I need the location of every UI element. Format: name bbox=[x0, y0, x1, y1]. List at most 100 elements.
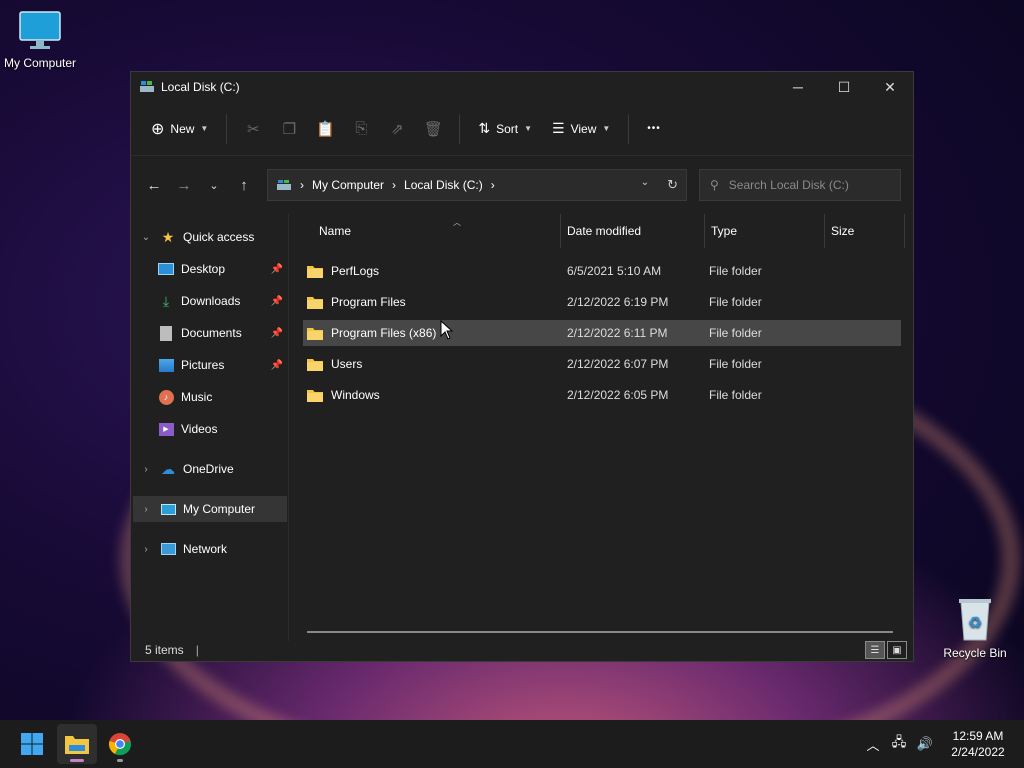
pin-icon: 📌 bbox=[270, 327, 283, 339]
paste-icon[interactable]: 📋 bbox=[309, 113, 341, 145]
running-indicator bbox=[117, 759, 123, 762]
nav-pictures[interactable]: Pictures 📌 bbox=[133, 352, 287, 378]
chevron-down-icon: ⌄ bbox=[209, 179, 219, 192]
breadcrumb-my-computer[interactable]: My Computer bbox=[312, 178, 384, 192]
file-name-cell: Program Files (x86) bbox=[303, 326, 561, 340]
svg-text:♻: ♻ bbox=[968, 613, 982, 632]
copy-icon[interactable]: ❐ bbox=[273, 113, 305, 145]
show-desktop-button[interactable] bbox=[1018, 720, 1024, 768]
file-date: 2/12/2022 6:05 PM bbox=[567, 388, 669, 402]
folder-icon bbox=[307, 327, 323, 340]
folder-icon bbox=[307, 389, 323, 402]
nav-quick-access[interactable]: ⌄ ★ Quick access bbox=[133, 224, 287, 250]
recent-locations-button[interactable]: ⌄ bbox=[199, 170, 229, 200]
arrow-up-icon: ↑ bbox=[240, 176, 248, 194]
file-name: Users bbox=[331, 357, 363, 371]
nav-videos[interactable]: ▶ Videos bbox=[133, 416, 287, 442]
minimize-button[interactable]: ─ bbox=[775, 72, 821, 102]
address-dropdown-icon[interactable]: ⌄ bbox=[641, 177, 649, 193]
sort-button[interactable]: ⇅ Sort ▼ bbox=[470, 113, 540, 145]
column-header-type[interactable]: Type bbox=[705, 214, 825, 248]
chevron-right-icon[interactable]: › bbox=[133, 504, 159, 515]
windows-logo-icon bbox=[21, 733, 43, 755]
nav-documents[interactable]: Documents 📌 bbox=[133, 320, 287, 346]
rename-icon[interactable]: ⎘ bbox=[345, 113, 377, 145]
nav-label: Network bbox=[183, 542, 228, 556]
view-list-icon: ☰ bbox=[552, 120, 565, 136]
network-icon[interactable]: 🖧 bbox=[886, 733, 912, 755]
mouse-cursor-icon bbox=[440, 320, 454, 340]
chevron-down-icon[interactable]: ⌄ bbox=[133, 232, 159, 243]
column-label: Name bbox=[319, 224, 352, 238]
maximize-button[interactable]: ☐ bbox=[821, 72, 867, 102]
column-header-size[interactable]: Size bbox=[825, 214, 905, 248]
up-button[interactable]: ↑ bbox=[229, 170, 259, 200]
delete-icon[interactable]: 🗑 bbox=[417, 113, 449, 145]
chevron-right-icon[interactable]: › bbox=[133, 544, 159, 555]
nav-label: My Computer bbox=[183, 502, 256, 516]
download-icon: ⤓ bbox=[162, 292, 170, 309]
taskbar-file-explorer[interactable] bbox=[57, 724, 97, 764]
taskbar: ︿ 🖧 🔊 12:59 AM 2/24/2022 bbox=[0, 720, 1024, 768]
active-indicator bbox=[70, 759, 84, 762]
tiles-view-button[interactable]: ▣ bbox=[887, 641, 907, 659]
breadcrumb-separator-icon: › bbox=[392, 178, 397, 192]
cut-icon[interactable]: ✂ bbox=[237, 113, 269, 145]
file-row[interactable]: Windows 2/12/2022 6:05 PM File folder bbox=[303, 382, 901, 408]
file-row[interactable]: PerfLogs 6/5/2021 5:10 AM File folder bbox=[303, 258, 901, 284]
clock-time: 12:59 AM bbox=[952, 729, 1004, 743]
video-icon: ▶ bbox=[157, 421, 175, 437]
file-row[interactable]: Program Files (x86) 2/12/2022 6:11 PM File… bbox=[303, 320, 901, 346]
recycle-bin-icon: ♻ bbox=[959, 599, 991, 641]
nav-label: Downloads bbox=[181, 294, 241, 308]
more-options-button[interactable]: ••• bbox=[639, 113, 669, 145]
volume-icon[interactable]: 🔊 bbox=[912, 736, 938, 752]
drive-icon bbox=[277, 180, 291, 190]
desktop-icon-recycle-bin[interactable]: ♻ Recycle Bin bbox=[935, 596, 1015, 660]
desktop-icon-label: Recycle Bin bbox=[943, 646, 1007, 660]
column-header-name[interactable]: Name ︿ bbox=[313, 214, 561, 248]
show-hidden-icons-chevron-up-icon[interactable]: ︿ bbox=[860, 735, 886, 754]
search-box[interactable]: ⚲ Search Local Disk (C:) bbox=[699, 169, 901, 201]
file-row[interactable]: Users 2/12/2022 6:07 PM File folder bbox=[303, 351, 901, 377]
file-list: Name ︿ Date modified Type Size PerfLogs 6… bbox=[289, 214, 913, 641]
horizontal-scrollbar[interactable] bbox=[307, 631, 893, 633]
more-icon: ••• bbox=[647, 123, 661, 134]
file-type: File folder bbox=[709, 388, 762, 402]
taskbar-chrome[interactable] bbox=[100, 724, 140, 764]
nav-onedrive[interactable]: › ☁ OneDrive bbox=[133, 456, 287, 482]
chevron-down-icon: ▼ bbox=[200, 124, 209, 133]
desktop-icon-label: My Computer bbox=[3, 56, 77, 70]
nav-downloads[interactable]: ⤓ Downloads 📌 bbox=[133, 288, 287, 314]
file-type: File folder bbox=[709, 264, 762, 278]
address-bar[interactable]: › My Computer › Local Disk (C:) › ⌄ ↻ bbox=[267, 169, 687, 201]
pin-icon: 📌 bbox=[270, 295, 283, 307]
folder-icon bbox=[307, 358, 323, 371]
desktop-icon-my-computer[interactable]: My Computer bbox=[0, 10, 80, 70]
nav-label: Quick access bbox=[183, 230, 255, 244]
column-label: Date modified bbox=[567, 224, 642, 238]
view-button[interactable]: ☰ View ▼ bbox=[544, 113, 618, 145]
close-button[interactable]: ✕ bbox=[867, 72, 913, 102]
back-button[interactable]: ← bbox=[139, 170, 169, 200]
details-view-button[interactable]: ☰ bbox=[865, 641, 885, 659]
start-button[interactable] bbox=[12, 724, 52, 764]
file-date: 2/12/2022 6:07 PM bbox=[567, 357, 669, 371]
column-header-date[interactable]: Date modified bbox=[561, 214, 705, 248]
nav-music[interactable]: ♪ Music bbox=[133, 384, 287, 410]
chevron-right-icon[interactable]: › bbox=[133, 464, 159, 475]
breadcrumb-local-disk[interactable]: Local Disk (C:) bbox=[404, 178, 483, 192]
search-icon: ⚲ bbox=[710, 178, 719, 192]
share-icon[interactable]: ⇗ bbox=[381, 113, 413, 145]
refresh-icon[interactable]: ↻ bbox=[667, 177, 678, 193]
nav-desktop[interactable]: Desktop 📌 bbox=[133, 256, 287, 282]
nav-my-computer[interactable]: › My Computer bbox=[133, 496, 287, 522]
clock[interactable]: 12:59 AM 2/24/2022 bbox=[938, 728, 1018, 760]
chevron-down-icon: ▼ bbox=[602, 124, 611, 133]
forward-button[interactable]: → bbox=[169, 170, 199, 200]
title-bar[interactable]: Local Disk (C:) ─ ☐ ✕ bbox=[131, 72, 913, 102]
nav-network[interactable]: › Network bbox=[133, 536, 287, 562]
new-button[interactable]: ⊕ New ▼ bbox=[143, 113, 216, 145]
file-row[interactable]: Program Files 2/12/2022 6:19 PM File folde… bbox=[303, 289, 901, 315]
divider bbox=[628, 113, 630, 144]
